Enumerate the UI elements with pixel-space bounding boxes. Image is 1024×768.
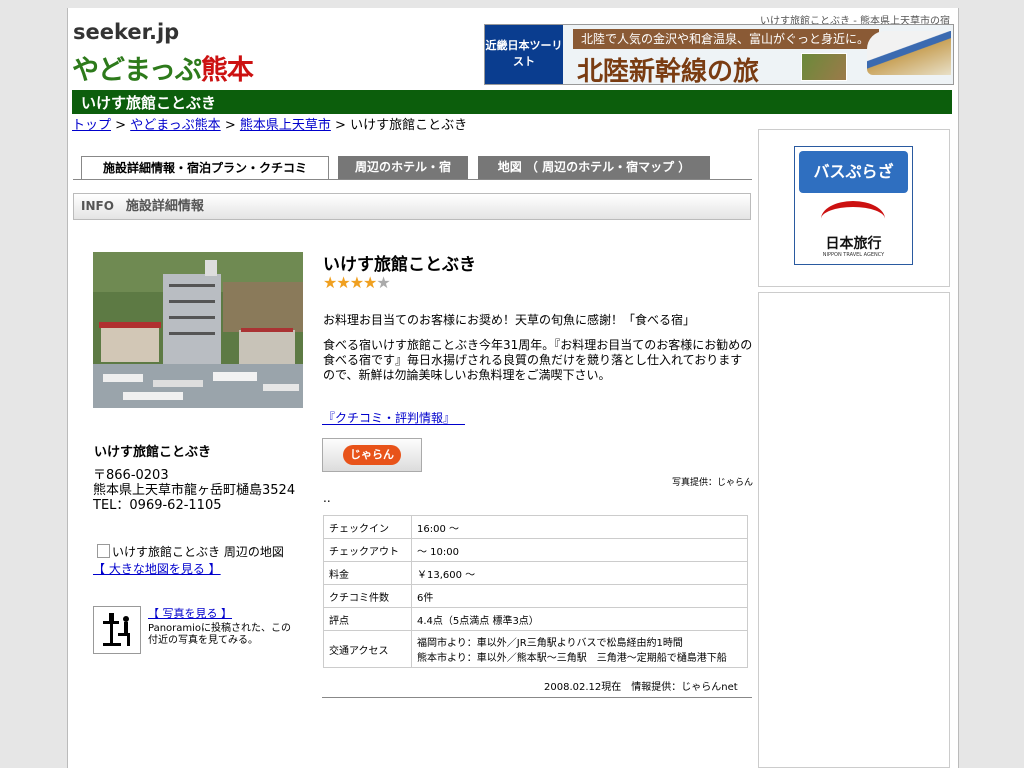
hotel-info-table: チェックイン 16:00 〜チェックアウト〜 10:00 料金 ￥13,600 〜クチ… — [323, 515, 748, 668]
map-alt-text: いけす旅館ことぶき 周辺の地図 — [112, 545, 284, 559]
seeker-logo[interactable]: seeker.jp — [73, 20, 179, 44]
hotel-catchphrase: お料理お目当てのお客様にお奨め！天草の旬魚に感謝！「食べる宿」 — [323, 313, 696, 327]
breadcrumb-yadomap[interactable]: やどまっぷ熊本 — [130, 118, 220, 133]
tab-divider — [73, 179, 752, 180]
page-container: いけす旅館ことぶき - 熊本県上天草市の宿 seeker.jp やどまっぷ熊本 … — [67, 8, 959, 768]
info-table-row: 評点 4.4点（5点満点 標準3点） — [323, 607, 748, 631]
info-table-key: 料金 — [323, 561, 412, 585]
panoramio-icon[interactable] — [93, 606, 141, 654]
info-table-value: 4.4点（5点満点 標準3点） — [411, 607, 748, 631]
star-filled-icon: ★ — [363, 273, 377, 292]
logo-red-text: 熊本 — [200, 55, 254, 86]
panoramio-text: Panoramioに投稿された、この付近の写真を見てみる。 — [148, 623, 292, 646]
hotel-postal: 〒866-0203 — [93, 468, 169, 483]
ad-banner[interactable]: 近畿日本ツーリスト 北陸で人気の金沢や和倉温泉、富山がぐっと身近に。 北陸新幹線… — [484, 24, 954, 85]
nihon-ryoko-name: 日本旅行 — [825, 236, 882, 252]
hotel-address-block: 〒866-0203 熊本県上天草市龍ヶ岳町樋島3524 TEL：0969-62-… — [93, 468, 295, 513]
hotel-heading: いけす旅館ことぶき — [323, 255, 476, 275]
yadomap-logo[interactable]: やどまっぷ熊本 — [72, 48, 254, 87]
dots-text: .. — [323, 491, 331, 505]
info-table-key: 評点 — [323, 607, 412, 631]
info-table-row: チェックイン 16:00 〜 — [323, 515, 748, 539]
photo-credit: 写真提供：じゃらん — [671, 478, 753, 488]
breadcrumb-sep: > — [224, 118, 236, 133]
breadcrumb-current: いけす旅館ことぶき — [350, 118, 468, 133]
info-table-key: チェックイン — [323, 515, 412, 539]
nihon-ryoko-en: NIPPON TRAVEL AGENCY — [822, 252, 885, 258]
info-table-value: ￥13,600 〜 — [411, 561, 748, 585]
star-filled-icon: ★ — [323, 273, 337, 292]
view-photos-link[interactable]: 【 写真を見る 】 — [148, 605, 232, 621]
hotel-address: 熊本県上天草市龍ヶ岳町樋島3524 — [93, 483, 296, 498]
banner-top-text: 北陸で人気の金沢や和倉温泉、富山がぐっと身近に。 — [573, 29, 879, 49]
broken-image-icon — [97, 544, 110, 558]
nihon-ryoko-logo: 日本旅行 NIPPON TRAVEL AGENCY — [799, 199, 908, 261]
map-image[interactable]: いけす旅館ことぶき 周辺の地図 — [97, 543, 284, 560]
info-table-value: 16:00 〜 — [411, 515, 748, 539]
banner-big-text: 北陸新幹線の旅 — [577, 57, 760, 85]
jalan-logo: じゃらん — [343, 445, 401, 465]
breadcrumb-top[interactable]: トップ — [72, 118, 111, 133]
page-title: いけす旅館ことぶき — [72, 88, 952, 114]
info-section-header: INFO 施設詳細情報 — [73, 193, 751, 220]
info-table-key: チェックアウト — [323, 538, 412, 562]
info-table-row: チェックアウト〜 10:00 — [323, 538, 748, 562]
info-table-value: 〜 10:00 — [411, 538, 748, 562]
info-table-key: 交通アクセス — [323, 630, 412, 668]
banner-brand: 近畿日本ツーリスト — [485, 25, 563, 84]
info-table-row: 料金 ￥13,600 〜 — [323, 561, 748, 585]
info-tag: INFO — [81, 199, 114, 213]
sidebar-ad-nihon-ryoko[interactable]: バスぷらざ 日本旅行 NIPPON TRAVEL AGENCY — [794, 146, 913, 265]
bus-plaza-logo: バスぷらざ — [799, 151, 908, 193]
tab-details[interactable]: 施設詳細情報・宿泊プラン・クチコミ — [81, 156, 329, 180]
info-table-key: クチコミ件数 — [323, 584, 412, 608]
tab-nearby-hotels[interactable]: 周辺のホテル・宿 — [338, 156, 468, 179]
hotel-tel: TEL：0969-62-1105 — [93, 498, 222, 513]
info-table-value: 福岡市より：車以外／JR三角駅よりバスで松島経由約1時間 熊本市より：車以外／熊… — [411, 630, 748, 668]
hotel-description: 食べる宿いけす旅館ことぶき今年31周年。『お料理お目当てのお客様にお勧めの食べる… — [323, 338, 753, 382]
jalan-button[interactable]: じゃらん — [322, 438, 422, 472]
logo-green-text: やどまっぷ — [72, 55, 202, 86]
hotel-photo — [93, 252, 303, 408]
star-filled-icon: ★ — [349, 273, 364, 292]
breadcrumb-city[interactable]: 熊本県上天草市 — [240, 118, 331, 133]
data-source-note: 2008.02.12現在 情報提供：じゃらんnet — [544, 682, 738, 693]
review-link-underline — [322, 424, 465, 425]
info-table-value: 6件 — [411, 584, 748, 608]
info-table-row: クチコミ件数 6件 — [323, 584, 748, 608]
star-empty-icon: ★ — [376, 273, 390, 292]
large-map-link[interactable]: 【 大きな地図を見る 】 — [93, 560, 221, 577]
star-filled-icon: ★ — [336, 273, 350, 292]
sidebar-empty-box — [758, 292, 950, 768]
rating-stars: ★★★★★ — [323, 273, 391, 292]
nihon-ryoko-arc-icon — [821, 201, 885, 237]
tab-map[interactable]: 地図 （ 周辺のホテル・宿マップ ） — [478, 156, 710, 179]
info-label: 施設詳細情報 — [125, 199, 204, 214]
info-table-row: 交通アクセス 福岡市より：車以外／JR三角駅よりバスで松島経由約1時間 熊本市より… — [323, 630, 748, 668]
section-divider — [322, 697, 752, 698]
hotel-name: いけす旅館ことぶき — [94, 445, 212, 460]
banner-train-image — [867, 31, 951, 75]
breadcrumb-sep: > — [115, 118, 127, 133]
breadcrumb: トップ > やどまっぷ熊本 > 熊本県上天草市 > いけす旅館ことぶき — [72, 114, 467, 133]
banner-photo — [801, 53, 847, 81]
breadcrumb-sep: > — [335, 118, 346, 133]
